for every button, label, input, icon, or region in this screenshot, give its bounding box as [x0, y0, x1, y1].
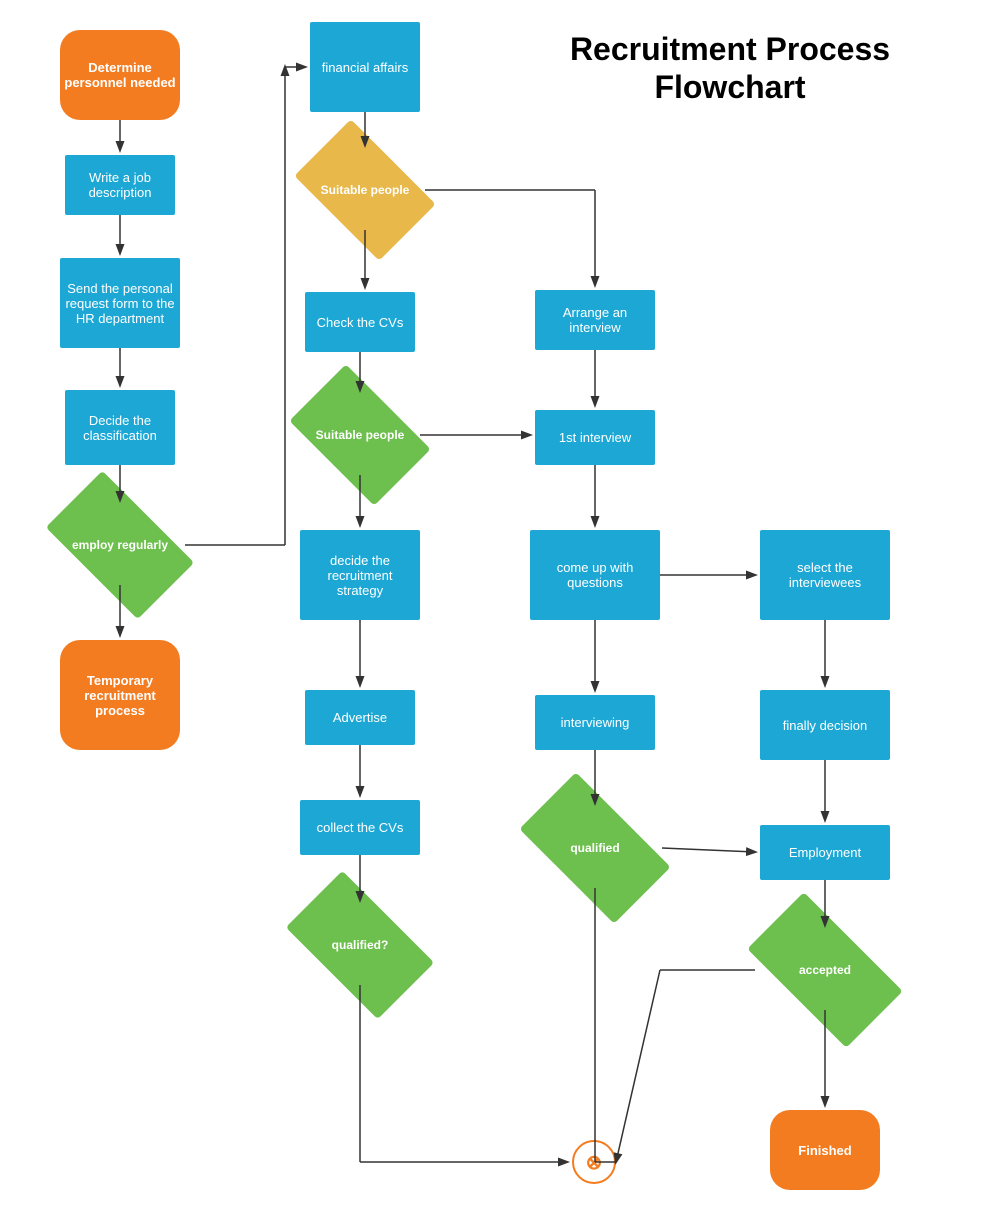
first-interview-box: 1st interview — [535, 410, 655, 465]
arrange-interview-box: Arrange an interview — [535, 290, 655, 350]
determine-personnel-box: Determine personnel needed — [60, 30, 180, 120]
decide-recruitment-box: decide the recruitment strategy — [300, 530, 420, 620]
collect-cvs-box: collect the CVs — [300, 800, 420, 855]
come-up-questions-box: come up with questions — [530, 530, 660, 620]
circle-x-symbol: ⊗ — [572, 1140, 616, 1184]
write-job-box: Write a job description — [65, 155, 175, 215]
employment-box: Employment — [760, 825, 890, 880]
decide-classification-box: Decide the classification — [65, 390, 175, 465]
finally-decision-box: finally decision — [760, 690, 890, 760]
qualified-q-diamond: qualified? — [295, 905, 425, 985]
flowchart: Recruitment Process Flowchart Determine … — [0, 0, 1000, 1219]
finished-box: Finished — [770, 1110, 880, 1190]
advertise-box: Advertise — [305, 690, 415, 745]
employ-regularly-diamond: employ regularly — [55, 505, 185, 585]
chart-title: Recruitment Process Flowchart — [530, 30, 930, 107]
check-cvs-box: Check the CVs — [305, 292, 415, 352]
select-interviewees-box: select the interviewees — [760, 530, 890, 620]
temporary-recruitment-box: Temporary recruitment process — [60, 640, 180, 750]
financial-affairs-box: financial affairs — [310, 22, 420, 112]
suitable-people-1-diamond: Suitable people — [305, 150, 425, 230]
send-personal-box: Send the personal request form to the HR… — [60, 258, 180, 348]
interviewing-box: interviewing — [535, 695, 655, 750]
suitable-people-2-diamond: Suitable people — [300, 395, 420, 475]
qualified-diamond: qualified — [528, 808, 662, 888]
accepted-diamond: accepted — [755, 930, 895, 1010]
